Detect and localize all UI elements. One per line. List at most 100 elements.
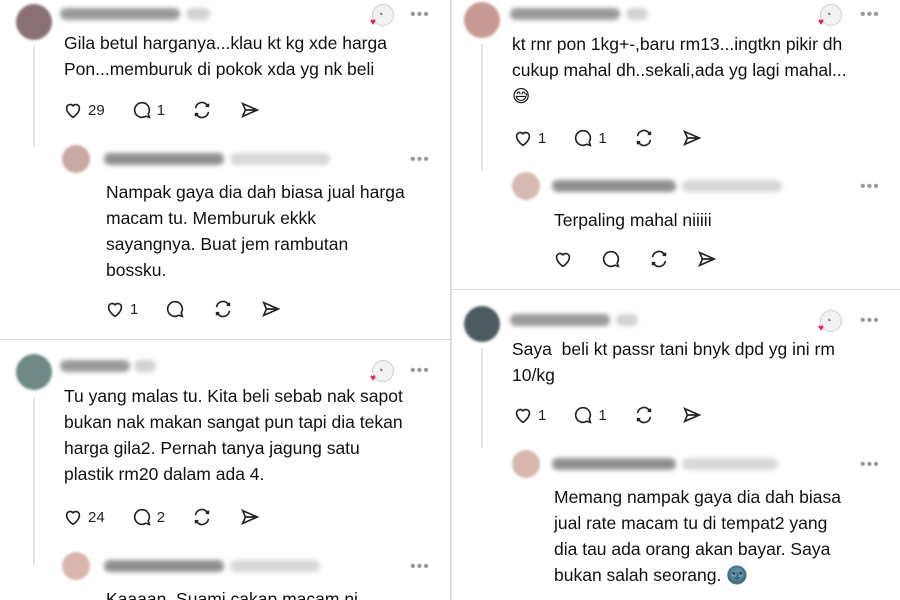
avatar[interactable]	[512, 172, 540, 200]
repost-button[interactable]	[191, 99, 213, 121]
repost-button[interactable]	[633, 127, 655, 149]
repost-icon	[651, 250, 667, 268]
more-icon[interactable]: •••	[860, 179, 880, 195]
send-icon	[241, 101, 260, 119]
like-count: 24	[88, 508, 105, 526]
reply-button[interactable]: 1	[572, 127, 607, 149]
post-text: Gila betul harganya...klau kt kg xde har…	[64, 33, 387, 79]
repost-icon	[636, 406, 651, 424]
reply-count: 2	[156, 508, 166, 526]
more-icon[interactable]: •••	[410, 559, 430, 575]
avatar[interactable]	[16, 4, 52, 40]
timestamp-blurred	[626, 8, 648, 20]
like-count: 29	[88, 101, 105, 119]
like-button[interactable]: 24	[62, 506, 105, 528]
post-card: ◔ ♥ ••• Tu yang malas tu. Kita beli sebab…	[0, 340, 450, 600]
reply-button[interactable]: 2	[131, 506, 165, 528]
share-button[interactable]	[239, 506, 261, 528]
username-blurred	[104, 153, 224, 165]
username-blurred	[510, 8, 620, 20]
more-icon[interactable]: •••	[410, 152, 430, 168]
username-blurred	[60, 360, 130, 372]
heart-icon	[65, 510, 81, 526]
send-icon	[682, 129, 702, 147]
like-button[interactable]: 29	[62, 99, 105, 121]
timestamp-blurred	[186, 8, 210, 20]
share-button[interactable]	[696, 248, 718, 270]
more-icon[interactable]: •••	[410, 7, 430, 23]
avatar[interactable]	[464, 2, 500, 38]
like-count: 1	[538, 406, 547, 424]
user-badge: ◔ ♥	[370, 360, 394, 384]
share-button[interactable]	[260, 298, 282, 320]
reply-text: Terpaling mahal niiiii	[554, 210, 712, 230]
share-button[interactable]	[681, 404, 703, 426]
reply-button[interactable]: 1	[572, 404, 607, 426]
like-button[interactable]: 1	[104, 298, 138, 320]
user-badge: ◔ ♥	[818, 4, 842, 28]
user-badge: ◔ ♥	[370, 4, 394, 28]
heart-icon	[65, 103, 81, 119]
username-blurred	[510, 314, 610, 326]
username-blurred	[104, 560, 224, 572]
timestamp-blurred	[616, 314, 638, 326]
repost-icon	[194, 101, 210, 119]
comment-icon	[167, 300, 184, 318]
post-actions: 24 2	[62, 506, 287, 528]
reply-actions: 1	[104, 298, 308, 320]
timestamp-blurred	[230, 560, 320, 572]
avatar[interactable]	[512, 450, 540, 478]
like-count: 1	[538, 129, 547, 147]
comment-icon	[602, 250, 620, 268]
heart-icon	[515, 408, 531, 424]
like-count: 1	[130, 300, 139, 318]
reply-button[interactable]: 1	[131, 99, 165, 121]
comment-icon	[575, 129, 592, 147]
timestamp-blurred	[230, 153, 330, 165]
more-icon[interactable]: •••	[410, 363, 430, 379]
like-button[interactable]	[552, 248, 574, 270]
like-button[interactable]: 1	[512, 127, 546, 149]
share-button[interactable]	[239, 99, 261, 121]
reply-count: 1	[598, 129, 607, 147]
repost-button[interactable]	[648, 248, 670, 270]
repost-icon	[194, 508, 210, 526]
repost-button[interactable]	[191, 506, 213, 528]
username-blurred	[552, 180, 676, 192]
more-icon[interactable]: •••	[860, 313, 880, 329]
avatar[interactable]	[16, 354, 52, 390]
heart-icon	[515, 131, 531, 147]
reply-button[interactable]	[164, 298, 186, 320]
post-text: Tu yang malas tu. Kita beli sebab nak sa…	[64, 386, 403, 484]
avatar[interactable]	[464, 306, 500, 342]
more-icon[interactable]: •••	[860, 457, 880, 473]
comment-icon	[133, 508, 151, 526]
post-actions: 29 1	[62, 99, 287, 121]
comment-icon	[575, 406, 592, 424]
user-badge: ◔ ♥	[818, 310, 842, 334]
send-icon	[682, 406, 702, 424]
thread-line	[33, 398, 35, 566]
repost-button[interactable]	[212, 298, 234, 320]
send-icon	[241, 508, 260, 526]
share-button[interactable]	[681, 127, 703, 149]
comment-icon	[133, 101, 151, 119]
post-card: ◔ ♥ ••• kt rnr pon 1kg+-,baru rm13...ingt…	[452, 0, 900, 289]
send-icon	[698, 250, 717, 268]
timestamp-blurred	[134, 360, 156, 372]
username-blurred	[552, 458, 676, 470]
reply-count: 1	[598, 406, 607, 424]
repost-button[interactable]	[633, 404, 655, 426]
send-icon	[262, 300, 281, 318]
reply-text-partial: Kaaaan. Suami cakap macam ni	[106, 589, 358, 600]
more-icon[interactable]: •••	[860, 7, 880, 23]
timestamp-blurred	[682, 458, 778, 470]
reply-button[interactable]	[600, 248, 622, 270]
like-button[interactable]: 1	[512, 404, 546, 426]
thread-line	[481, 348, 483, 448]
thread-line	[481, 44, 483, 170]
avatar[interactable]	[62, 145, 90, 173]
avatar[interactable]	[62, 552, 90, 580]
reply-count: 1	[156, 101, 166, 119]
timestamp-blurred	[682, 180, 782, 192]
